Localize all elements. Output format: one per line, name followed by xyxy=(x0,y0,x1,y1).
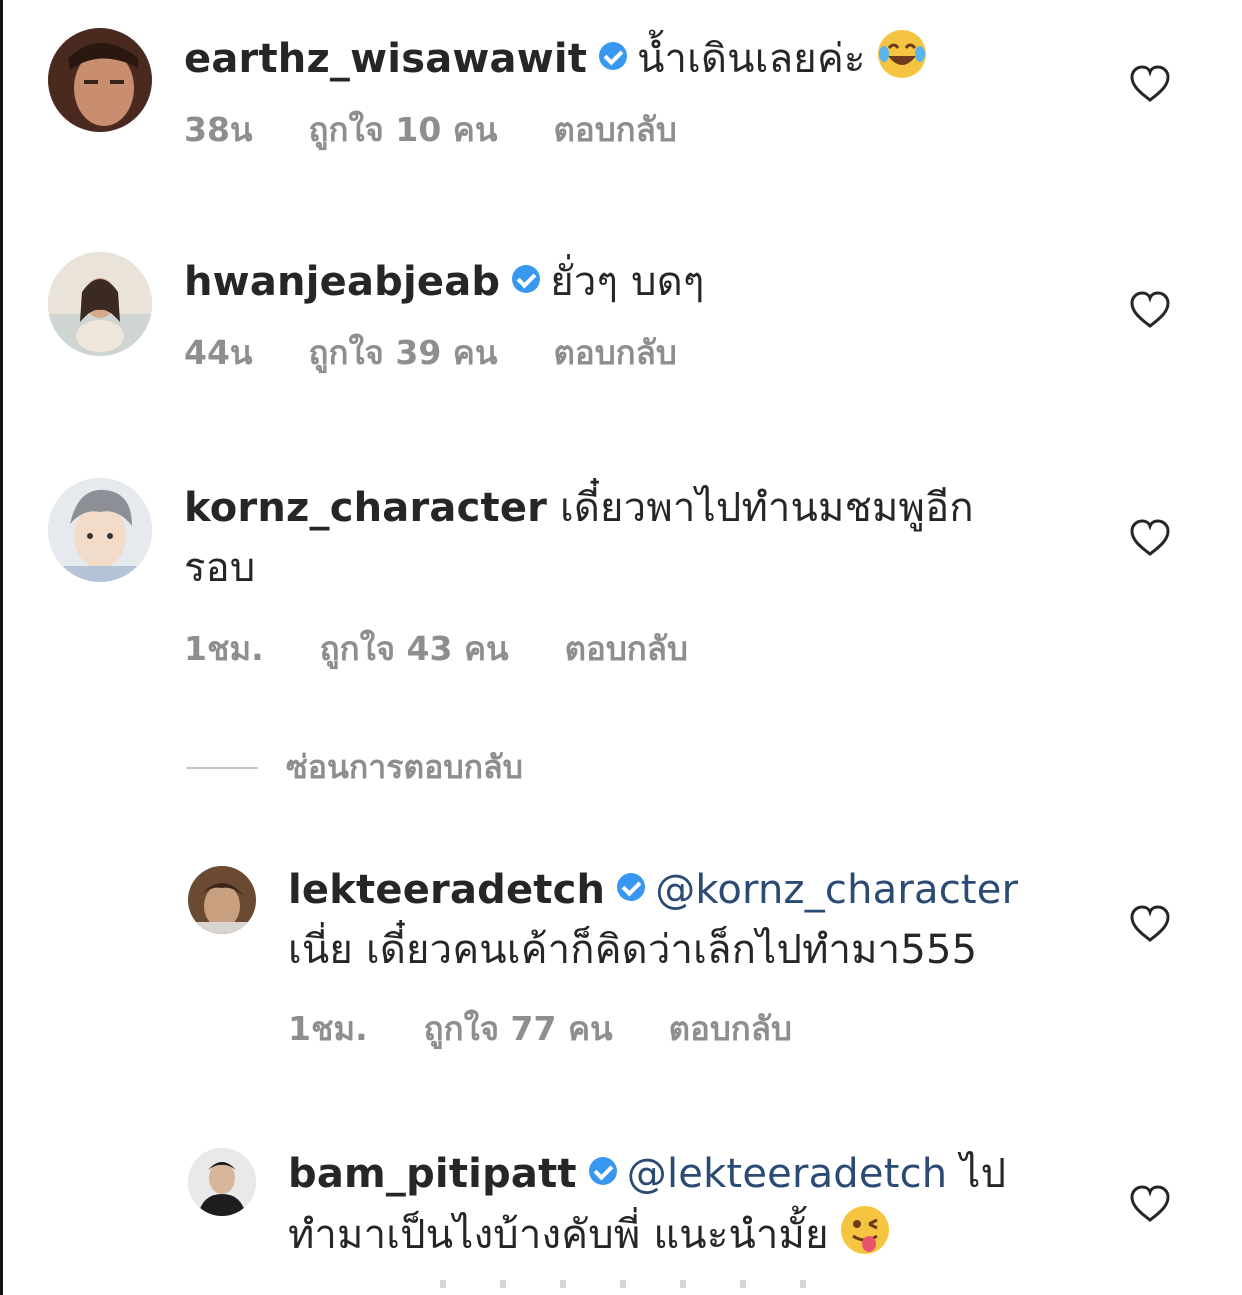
reply-meta: 1ชม. ถูกใจ 77 คน ตอบกลับ xyxy=(288,1002,1042,1055)
reply-text: lekteeradetch @kornz_character เนี่ย เดี๋… xyxy=(288,860,1042,980)
comment-text: kornz_character เดี๋ยวพาไปทำนมชมพูอีก รอ… xyxy=(184,478,1042,598)
verified-badge-icon xyxy=(599,42,628,70)
comment-text: earthz_wisawawit น้ำเดินเลยค่ะ xyxy=(184,28,1042,89)
hide-replies-label: ซ่อนการตอบกลับ xyxy=(286,748,523,786)
comment-time: 44น xyxy=(184,333,253,372)
username[interactable]: bam_pitipatt xyxy=(288,1151,577,1197)
like-count[interactable]: ถูกใจ 10 คน xyxy=(308,110,497,149)
comment-meta: 38น ถูกใจ 10 คน ตอบกลับ xyxy=(184,103,1042,156)
winking-tongue-emoji xyxy=(839,1204,891,1256)
comment-message: น้ำเดินเลยค่ะ xyxy=(637,36,866,82)
like-count[interactable]: ถูกใจ 43 คน xyxy=(320,629,509,668)
cut-off-content xyxy=(440,1280,820,1288)
avatar[interactable] xyxy=(48,252,152,356)
comment-time: 1ชม. xyxy=(184,629,264,668)
reply-button[interactable]: ตอบกลับ xyxy=(553,110,676,149)
mention-link[interactable]: @kornz_character xyxy=(655,867,1018,913)
reply-button[interactable]: ตอบกลับ xyxy=(669,1009,792,1048)
hide-replies-button[interactable]: ซ่อนการตอบกลับ xyxy=(186,742,523,793)
verified-badge-icon xyxy=(588,1157,617,1185)
username[interactable]: hwanjeabjeab xyxy=(184,259,500,305)
like-count[interactable]: ถูกใจ 77 คน xyxy=(424,1009,613,1048)
divider xyxy=(186,766,258,769)
mention-link[interactable]: @lekteeradetch xyxy=(627,1151,948,1197)
verified-badge-icon xyxy=(512,265,541,293)
avatar[interactable] xyxy=(188,1148,256,1216)
verified-badge-icon xyxy=(617,873,646,901)
heart-icon[interactable] xyxy=(1128,64,1172,104)
reply-text: bam_pitipatt @lekteeradetch ไป ทำมาเป็นไง… xyxy=(288,1144,1042,1265)
heart-icon[interactable] xyxy=(1128,518,1172,558)
avatar[interactable] xyxy=(188,866,256,934)
reply-message: เนี่ย เดี๋ยวคนเค้าก็คิดว่าเล็กไปทำมา555 xyxy=(288,927,978,973)
heart-icon[interactable] xyxy=(1128,1184,1172,1224)
avatar[interactable] xyxy=(48,478,152,582)
heart-icon[interactable] xyxy=(1128,290,1172,330)
comment-time: 38น xyxy=(184,110,253,149)
comment-meta: 1ชม. ถูกใจ 43 คน ตอบกลับ xyxy=(184,622,1042,675)
username[interactable]: earthz_wisawawit xyxy=(184,36,587,82)
heart-icon[interactable] xyxy=(1128,904,1172,944)
username[interactable]: kornz_character xyxy=(184,485,547,531)
reply-time: 1ชม. xyxy=(288,1009,368,1048)
reply-button[interactable]: ตอบกลับ xyxy=(553,333,676,372)
avatar[interactable] xyxy=(48,28,152,132)
username[interactable]: lekteeradetch xyxy=(288,867,605,913)
comment-text: hwanjeabjeab ยั่วๆ บดๆ xyxy=(184,252,1042,312)
like-count[interactable]: ถูกใจ 39 คน xyxy=(308,333,497,372)
laughing-tears-emoji xyxy=(876,28,928,80)
comment-meta: 44น ถูกใจ 39 คน ตอบกลับ xyxy=(184,326,1042,379)
reply-button[interactable]: ตอบกลับ xyxy=(565,629,688,668)
comment-message: ยั่วๆ บดๆ xyxy=(550,259,705,305)
left-border xyxy=(0,0,3,1295)
